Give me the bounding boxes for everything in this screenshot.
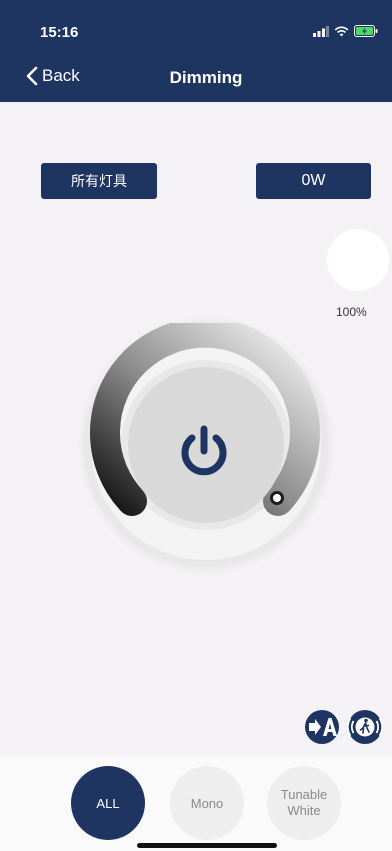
fixture-group-button[interactable]: 所有灯具	[41, 163, 157, 199]
dimming-dial[interactable]	[84, 323, 328, 567]
battery-icon	[354, 25, 378, 37]
power-reading-button[interactable]: 0W	[256, 163, 371, 199]
dial-handle[interactable]	[270, 491, 284, 505]
signal-icon	[313, 25, 329, 37]
tab-all[interactable]: ALL	[71, 766, 145, 840]
tab-tunable-white[interactable]: Tunable White	[267, 766, 341, 840]
auto-mode-icon[interactable]	[304, 709, 340, 745]
brightness-indicator[interactable]	[327, 229, 389, 291]
brightness-percent: 100%	[336, 305, 367, 319]
status-icons	[313, 25, 378, 37]
app-header: 15:16 Back Dimming	[0, 0, 392, 102]
motion-sensor-icon[interactable]	[347, 709, 383, 745]
wifi-icon	[334, 26, 349, 36]
home-indicator	[137, 843, 277, 848]
power-icon[interactable]	[176, 423, 232, 479]
status-time: 15:16	[40, 24, 79, 41]
tab-mono[interactable]: Mono	[170, 766, 244, 840]
page-title: Dimming	[169, 68, 243, 87]
